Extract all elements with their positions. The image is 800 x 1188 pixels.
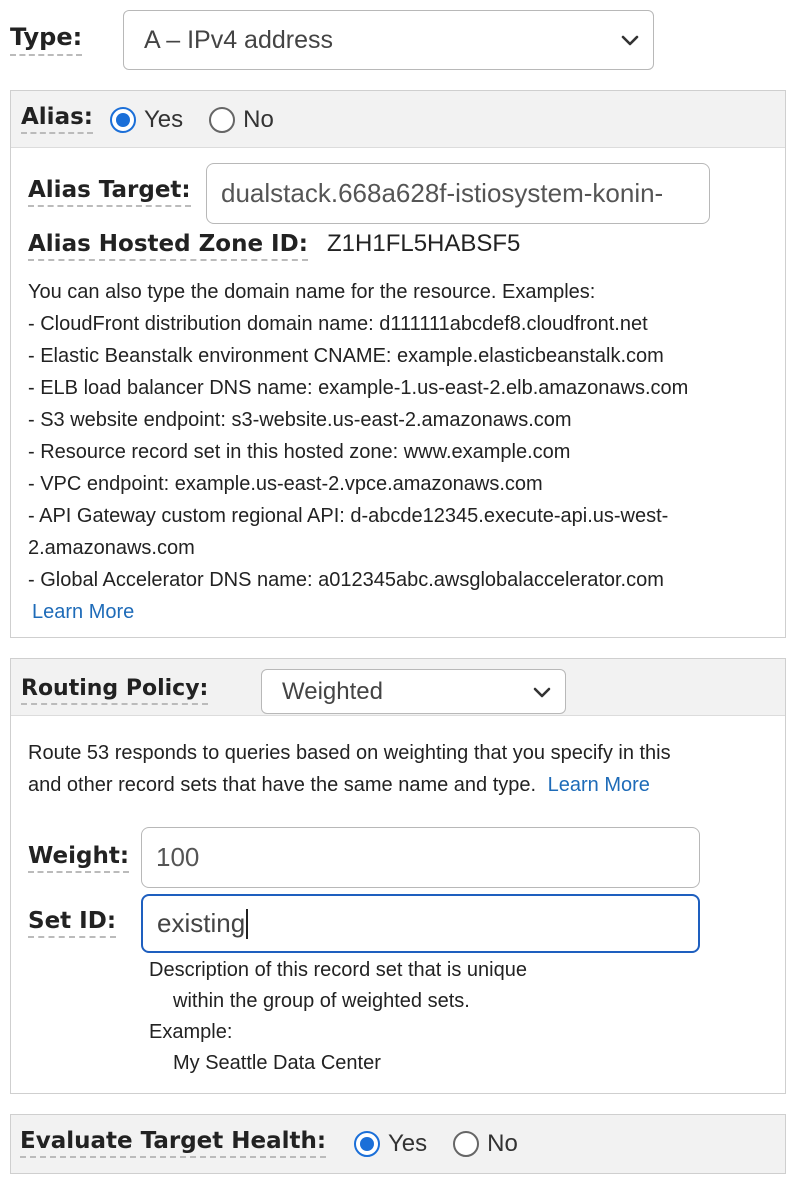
weight-label: Weight: <box>28 843 130 874</box>
health-radio-group: Yes No <box>354 1130 544 1158</box>
set-id-help: Description of this record set that is u… <box>149 955 527 1079</box>
set-id-help-line: My Seattle Data Center <box>173 1052 381 1074</box>
alias-example: - Global Accelerator DNS name: a012345ab… <box>28 569 664 591</box>
health-no-radio[interactable] <box>453 1131 480 1157</box>
routing-description-line: Route 53 responds to queries based on we… <box>28 742 671 764</box>
record-set-form: Type: A – IPv4 address Alias: Yes No Ali… <box>0 0 800 1188</box>
alias-panel: Alias: Yes No Alias Target: dualstack.66… <box>10 90 786 638</box>
health-no-label: No <box>487 1130 518 1157</box>
type-select[interactable]: A – IPv4 address <box>123 10 654 70</box>
evaluate-health-label: Evaluate Target Health: <box>20 1128 327 1159</box>
alias-example: - S3 website endpoint: s3-website.us-eas… <box>28 409 572 431</box>
routing-policy-label: Routing Policy: <box>21 676 209 706</box>
type-row: Type: A – IPv4 address <box>10 10 790 70</box>
alias-example: - API Gateway custom regional API: d-abc… <box>28 505 669 527</box>
routing-description-line: and other record sets that have the same… <box>28 774 537 796</box>
alias-label: Alias: <box>21 104 93 135</box>
alias-learn-more-link[interactable]: Learn More <box>32 601 134 623</box>
alias-example: - CloudFront distribution domain name: d… <box>28 313 648 335</box>
routing-description: Route 53 responds to queries based on we… <box>28 737 780 801</box>
alias-zone-label: Alias Hosted Zone ID: <box>28 231 308 262</box>
alias-help: You can also type the domain name for th… <box>28 276 780 628</box>
alias-target-value: dualstack.668a628f-istiosystem-konin- <box>221 178 664 208</box>
set-id-help-line: within the group of weighted sets. <box>173 990 470 1012</box>
routing-policy-value: Weighted <box>282 677 383 705</box>
chevron-down-icon <box>531 681 553 703</box>
alias-header: Alias: Yes No <box>11 91 785 148</box>
set-id-value: existing <box>157 908 246 938</box>
alias-zone-value: Z1H1FL5HABSF5 <box>327 230 521 257</box>
health-yes-label: Yes <box>388 1130 428 1157</box>
health-yes-radio[interactable] <box>354 1131 380 1157</box>
alias-target-input[interactable]: dualstack.668a628f-istiosystem-konin- <box>206 163 710 224</box>
routing-header: Routing Policy: Weighted <box>11 659 785 716</box>
chevron-down-icon <box>619 29 641 51</box>
alias-target-label: Alias Target: <box>28 177 191 208</box>
alias-yes-radio[interactable] <box>110 107 136 133</box>
text-caret <box>246 908 249 939</box>
alias-radio-group: Yes No <box>110 106 300 134</box>
alias-example: 2.amazonaws.com <box>28 537 195 559</box>
health-panel: Evaluate Target Health: Yes No <box>10 1114 786 1174</box>
weight-value: 100 <box>156 842 200 872</box>
routing-learn-more-link[interactable]: Learn More <box>548 774 650 796</box>
routing-panel: Routing Policy: Weighted Route 53 respon… <box>10 658 786 1094</box>
set-id-label: Set ID: <box>28 908 117 939</box>
set-id-help-line: Description of this record set that is u… <box>149 959 527 981</box>
alias-help-intro: You can also type the domain name for th… <box>28 281 596 303</box>
set-id-input[interactable]: existing <box>141 894 700 953</box>
set-id-help-line: Example: <box>149 1021 233 1043</box>
type-select-value: A – IPv4 address <box>144 25 334 54</box>
alias-example: - Resource record set in this hosted zon… <box>28 441 571 463</box>
alias-no-radio[interactable] <box>209 107 236 133</box>
type-label: Type: <box>10 23 83 56</box>
alias-yes-label: Yes <box>144 106 184 133</box>
alias-example: - VPC endpoint: example.us-east-2.vpce.a… <box>28 473 543 495</box>
alias-no-label: No <box>243 106 274 133</box>
alias-example: - ELB load balancer DNS name: example-1.… <box>28 377 689 399</box>
routing-policy-select[interactable]: Weighted <box>261 669 566 714</box>
weight-input[interactable]: 100 <box>141 827 700 888</box>
alias-example: - Elastic Beanstalk environment CNAME: e… <box>28 345 664 367</box>
